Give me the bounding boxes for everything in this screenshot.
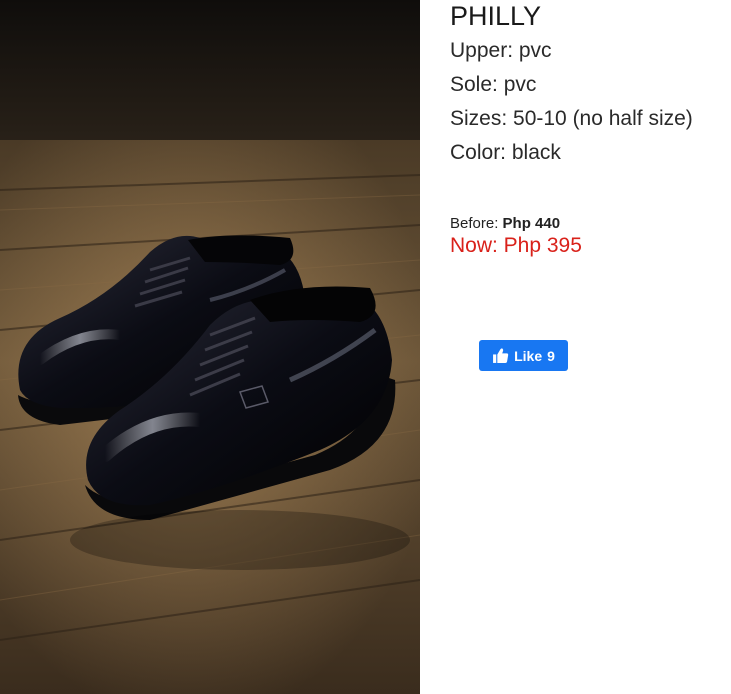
price-block: Before: Php 440 Now: Php 395 (450, 215, 725, 259)
spec-color: Color: black (450, 141, 561, 164)
product-image (0, 0, 420, 694)
spec-upper: Upper: pvc (450, 39, 552, 62)
price-before-label: Before: (450, 215, 499, 232)
spec-list: Upper: pvc Sole: pvc Sizes: 50-10 (no ha… (450, 34, 725, 170)
spec-sizes: Sizes: 50-10 (no half size) (450, 107, 693, 130)
spec-sole: Sole: pvc (450, 73, 537, 96)
facebook-like-button[interactable]: Like 9 (479, 340, 568, 371)
price-now: Now: Php 395 (450, 234, 582, 257)
like-count: 9 (547, 347, 555, 364)
price-before: Before: Php 440 (450, 215, 725, 233)
thumbs-up-icon (492, 347, 509, 364)
shoes-illustration (0, 0, 420, 694)
product-title: PHILLY (450, 1, 542, 31)
price-before-value: Php 440 (502, 215, 561, 232)
like-label: Like (514, 347, 543, 364)
product-details: PHILLY Upper: pvc Sole: pvc Sizes: 50-10… (450, 0, 725, 259)
